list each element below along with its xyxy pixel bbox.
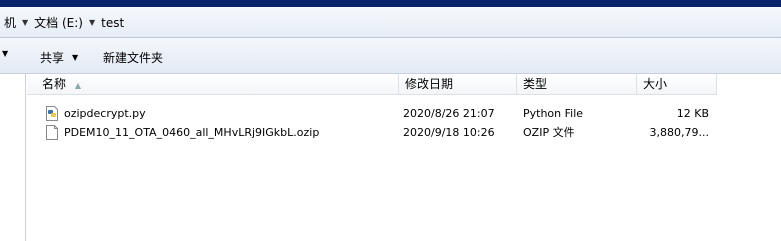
organize-button[interactable]: ▼ <box>0 49 8 58</box>
column-headers: 名称 ▲ 修改日期 类型 大小 <box>27 74 781 96</box>
breadcrumb-test[interactable]: test <box>99 16 126 30</box>
new-folder-button[interactable]: 新建文件夹 <box>103 49 163 66</box>
column-header-modified-label: 修改日期 <box>405 77 454 91</box>
column-header-type-label: 类型 <box>523 77 548 91</box>
table-row[interactable]: PDEM10_11_OTA_0460_all_MHvLRj9IGkbL.ozip… <box>27 123 767 142</box>
file-name: ozipdecrypt.py <box>64 107 146 120</box>
share-label: 共享 <box>40 51 65 65</box>
generic-file-icon <box>46 125 58 140</box>
chevron-down-icon[interactable]: ▼ <box>18 18 32 27</box>
column-header-type[interactable]: 类型 <box>517 74 637 95</box>
file-list: ozipdecrypt.py 2020/8/26 21:07 Python Fi… <box>27 104 767 142</box>
table-row[interactable]: ozipdecrypt.py 2020/8/26 21:07 Python Fi… <box>27 104 767 123</box>
navigation-pane[interactable] <box>0 74 26 241</box>
column-header-size-label: 大小 <box>643 77 668 91</box>
python-file-icon <box>46 106 58 121</box>
chevron-down-icon[interactable]: ▼ <box>85 18 99 27</box>
window-title-strip <box>0 0 781 7</box>
share-button[interactable]: 共享 ▼ <box>40 49 78 66</box>
breadcrumb-drive-e[interactable]: 文档 (E:) <box>32 14 85 31</box>
file-modified: 2020/8/26 21:07 <box>403 107 495 120</box>
command-bar: ▼ 共享 ▼ 新建文件夹 <box>0 38 781 74</box>
file-type: Python File <box>523 107 584 120</box>
new-folder-label: 新建文件夹 <box>103 51 164 65</box>
address-bar[interactable]: 机 ▼ 文档 (E:) ▼ test <box>0 7 781 38</box>
column-header-size[interactable]: 大小 <box>637 74 717 95</box>
breadcrumb-computer[interactable]: 机 <box>2 14 18 31</box>
file-modified: 2020/9/18 10:26 <box>403 126 495 139</box>
file-size: 3,880,79... <box>649 126 709 139</box>
column-header-modified[interactable]: 修改日期 <box>399 74 517 95</box>
chevron-down-icon: ▼ <box>72 53 79 62</box>
file-size: 12 KB <box>676 107 709 120</box>
breadcrumb: 机 ▼ 文档 (E:) ▼ test <box>2 14 126 31</box>
file-name-cell: PDEM10_11_OTA_0460_all_MHvLRj9IGkbL.ozip <box>46 123 319 142</box>
column-header-name[interactable]: 名称 ▲ <box>27 74 399 95</box>
file-name-cell: ozipdecrypt.py <box>46 104 146 123</box>
file-type: OZIP 文件 <box>523 126 575 139</box>
file-name: PDEM10_11_OTA_0460_all_MHvLRj9IGkbL.ozip <box>64 126 320 139</box>
chevron-down-icon: ▼ <box>2 49 9 58</box>
sort-ascending-icon: ▲ <box>74 81 81 90</box>
column-header-name-label: 名称 <box>42 77 67 91</box>
